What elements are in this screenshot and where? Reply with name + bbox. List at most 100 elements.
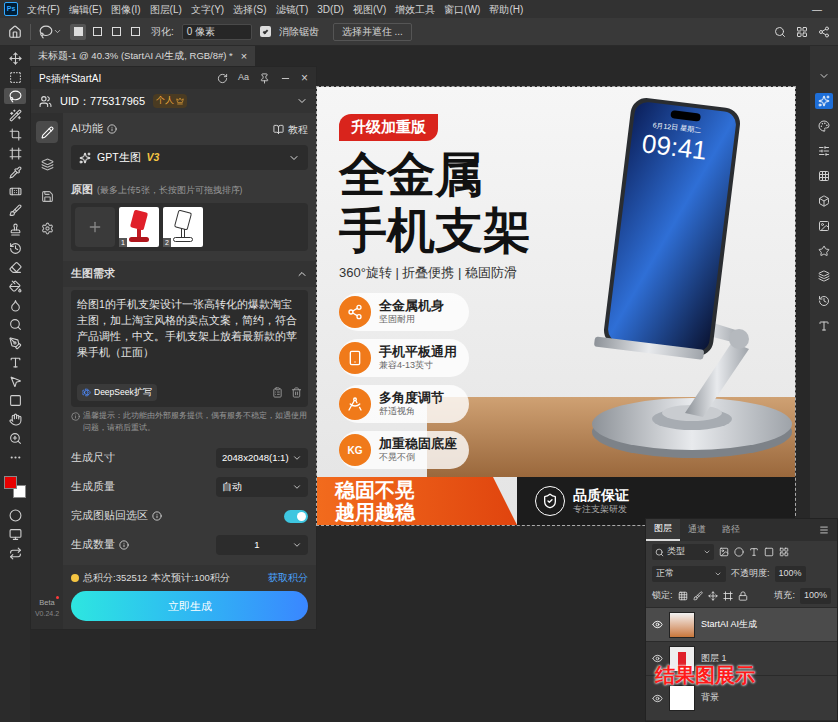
- swap-icon[interactable]: [9, 547, 22, 560]
- home-icon[interactable]: [8, 25, 22, 39]
- setting-select[interactable]: 自动: [216, 477, 308, 497]
- window-control[interactable]: —: [812, 2, 822, 17]
- source-thumbnail[interactable]: 2: [163, 207, 203, 247]
- model-select[interactable]: GPT生图V3: [71, 145, 308, 170]
- tool-button[interactable]: [4, 449, 26, 465]
- lasso-icon[interactable]: [39, 25, 53, 39]
- menu-item[interactable]: 编辑(E): [69, 2, 102, 17]
- menu-item[interactable]: 图层(L): [150, 2, 182, 17]
- share-icon[interactable]: [818, 26, 830, 38]
- tool-button[interactable]: [4, 202, 26, 218]
- history-icon[interactable]: [272, 387, 283, 398]
- tool-button[interactable]: [4, 392, 26, 408]
- tab-close-button[interactable]: ×: [241, 48, 247, 65]
- tool-button[interactable]: [4, 164, 26, 180]
- panel-button[interactable]: [815, 68, 833, 84]
- tool-button[interactable]: [4, 221, 26, 237]
- lock-pixels-icon[interactable]: [678, 591, 688, 601]
- menu-item[interactable]: 窗口(W): [444, 2, 480, 17]
- tool-button[interactable]: [4, 430, 26, 446]
- panel-button[interactable]: [815, 193, 833, 209]
- menu-item[interactable]: 文字(Y): [191, 2, 224, 17]
- screen-mode-icon[interactable]: [9, 528, 22, 541]
- nav-item[interactable]: [36, 217, 58, 239]
- menu-item[interactable]: 文件(F): [27, 2, 60, 17]
- panel-button[interactable]: [815, 318, 833, 334]
- tool-button[interactable]: [4, 411, 26, 427]
- close-button[interactable]: ×: [301, 72, 308, 84]
- font-button[interactable]: Aa: [238, 71, 249, 85]
- tool-button[interactable]: [4, 278, 26, 294]
- generate-button[interactable]: 立即生成: [71, 591, 308, 621]
- fill-field[interactable]: 100%: [800, 588, 831, 604]
- lock-all-icon[interactable]: [738, 591, 748, 601]
- blend-select[interactable]: 正常: [652, 566, 726, 582]
- menu-item[interactable]: 增效工具: [395, 2, 435, 17]
- panel-button[interactable]: [815, 268, 833, 284]
- expand-icon[interactable]: [296, 95, 308, 107]
- panel-tab[interactable]: 图层: [646, 519, 680, 541]
- search-icon[interactable]: [774, 26, 786, 38]
- smart-filter-icon[interactable]: [779, 547, 789, 557]
- refresh-icon[interactable]: [217, 73, 228, 84]
- tool-button[interactable]: [4, 107, 26, 123]
- tool-button[interactable]: [4, 373, 26, 389]
- panel-button[interactable]: [815, 168, 833, 184]
- feather-input[interactable]: 0 像素: [182, 24, 252, 40]
- trash-icon[interactable]: [291, 387, 302, 398]
- tool-button[interactable]: [4, 145, 26, 161]
- menu-item[interactable]: 选择(S): [233, 2, 266, 17]
- menu-item[interactable]: 视图(V): [353, 2, 386, 17]
- selection-mode[interactable]: [108, 24, 124, 40]
- opacity-field[interactable]: 100%: [775, 566, 806, 582]
- tool-button[interactable]: [4, 240, 26, 256]
- tool-button[interactable]: [4, 69, 26, 85]
- lock-paint-icon[interactable]: [693, 591, 703, 601]
- workspace-icon[interactable]: [796, 26, 808, 38]
- quick-mask-icon[interactable]: [9, 509, 22, 522]
- panel-tab[interactable]: 路径: [714, 519, 748, 541]
- upload-button[interactable]: [75, 207, 115, 247]
- menu-item[interactable]: 图像(I): [111, 2, 140, 17]
- lock-position-icon[interactable]: [708, 591, 718, 601]
- tool-button[interactable]: [4, 297, 26, 313]
- panel-button[interactable]: [815, 243, 833, 259]
- menu-item[interactable]: 滤镜(T): [276, 2, 309, 17]
- panel-button[interactable]: [815, 143, 833, 159]
- filter-select[interactable]: 类型: [652, 544, 714, 560]
- shape-filter-icon[interactable]: [764, 547, 774, 557]
- pin-icon[interactable]: [259, 73, 270, 84]
- setting-select[interactable]: 2048x2048(1:1): [216, 448, 308, 468]
- get-points-link[interactable]: 获取积分: [268, 571, 308, 585]
- tool-button[interactable]: [4, 50, 26, 66]
- lock-artboard-icon[interactable]: [723, 591, 733, 601]
- selection-mode[interactable]: [127, 24, 143, 40]
- tutorial-link[interactable]: 教程: [273, 122, 308, 137]
- color-swatches[interactable]: [4, 476, 26, 498]
- panel-button[interactable]: [815, 293, 833, 309]
- antialias-checkbox[interactable]: [260, 26, 271, 37]
- panel-menu-icon[interactable]: [819, 525, 829, 535]
- eye-icon[interactable]: [652, 619, 663, 630]
- source-thumbnail[interactable]: 1: [119, 207, 159, 247]
- tool-button[interactable]: [4, 335, 26, 351]
- toggle-switch[interactable]: [284, 510, 308, 523]
- tool-button[interactable]: [4, 88, 26, 104]
- selection-mode[interactable]: [70, 24, 86, 40]
- tool-button[interactable]: [4, 183, 26, 199]
- prompt-textarea[interactable]: 给图1的手机支架设计一张高转化的爆款淘宝主图，加上淘宝风格的卖点文案，简约，符合…: [71, 290, 308, 407]
- pixel-filter-icon[interactable]: [719, 547, 729, 557]
- type-filter-icon[interactable]: [749, 547, 759, 557]
- minimize-icon[interactable]: [280, 73, 291, 84]
- nav-item[interactable]: [36, 185, 58, 207]
- panel-button[interactable]: [815, 218, 833, 234]
- panel-button[interactable]: [815, 93, 833, 109]
- tool-button[interactable]: [4, 259, 26, 275]
- document-tab[interactable]: 未标题-1 @ 40.3% (StartAI AI生成, RGB/8#) *×: [30, 46, 255, 66]
- nav-item[interactable]: [36, 121, 58, 143]
- selection-mode[interactable]: [89, 24, 105, 40]
- nav-item[interactable]: [36, 153, 58, 175]
- eye-icon[interactable]: [652, 693, 663, 704]
- menu-item[interactable]: 3D(D): [317, 2, 344, 17]
- tool-button[interactable]: [4, 316, 26, 332]
